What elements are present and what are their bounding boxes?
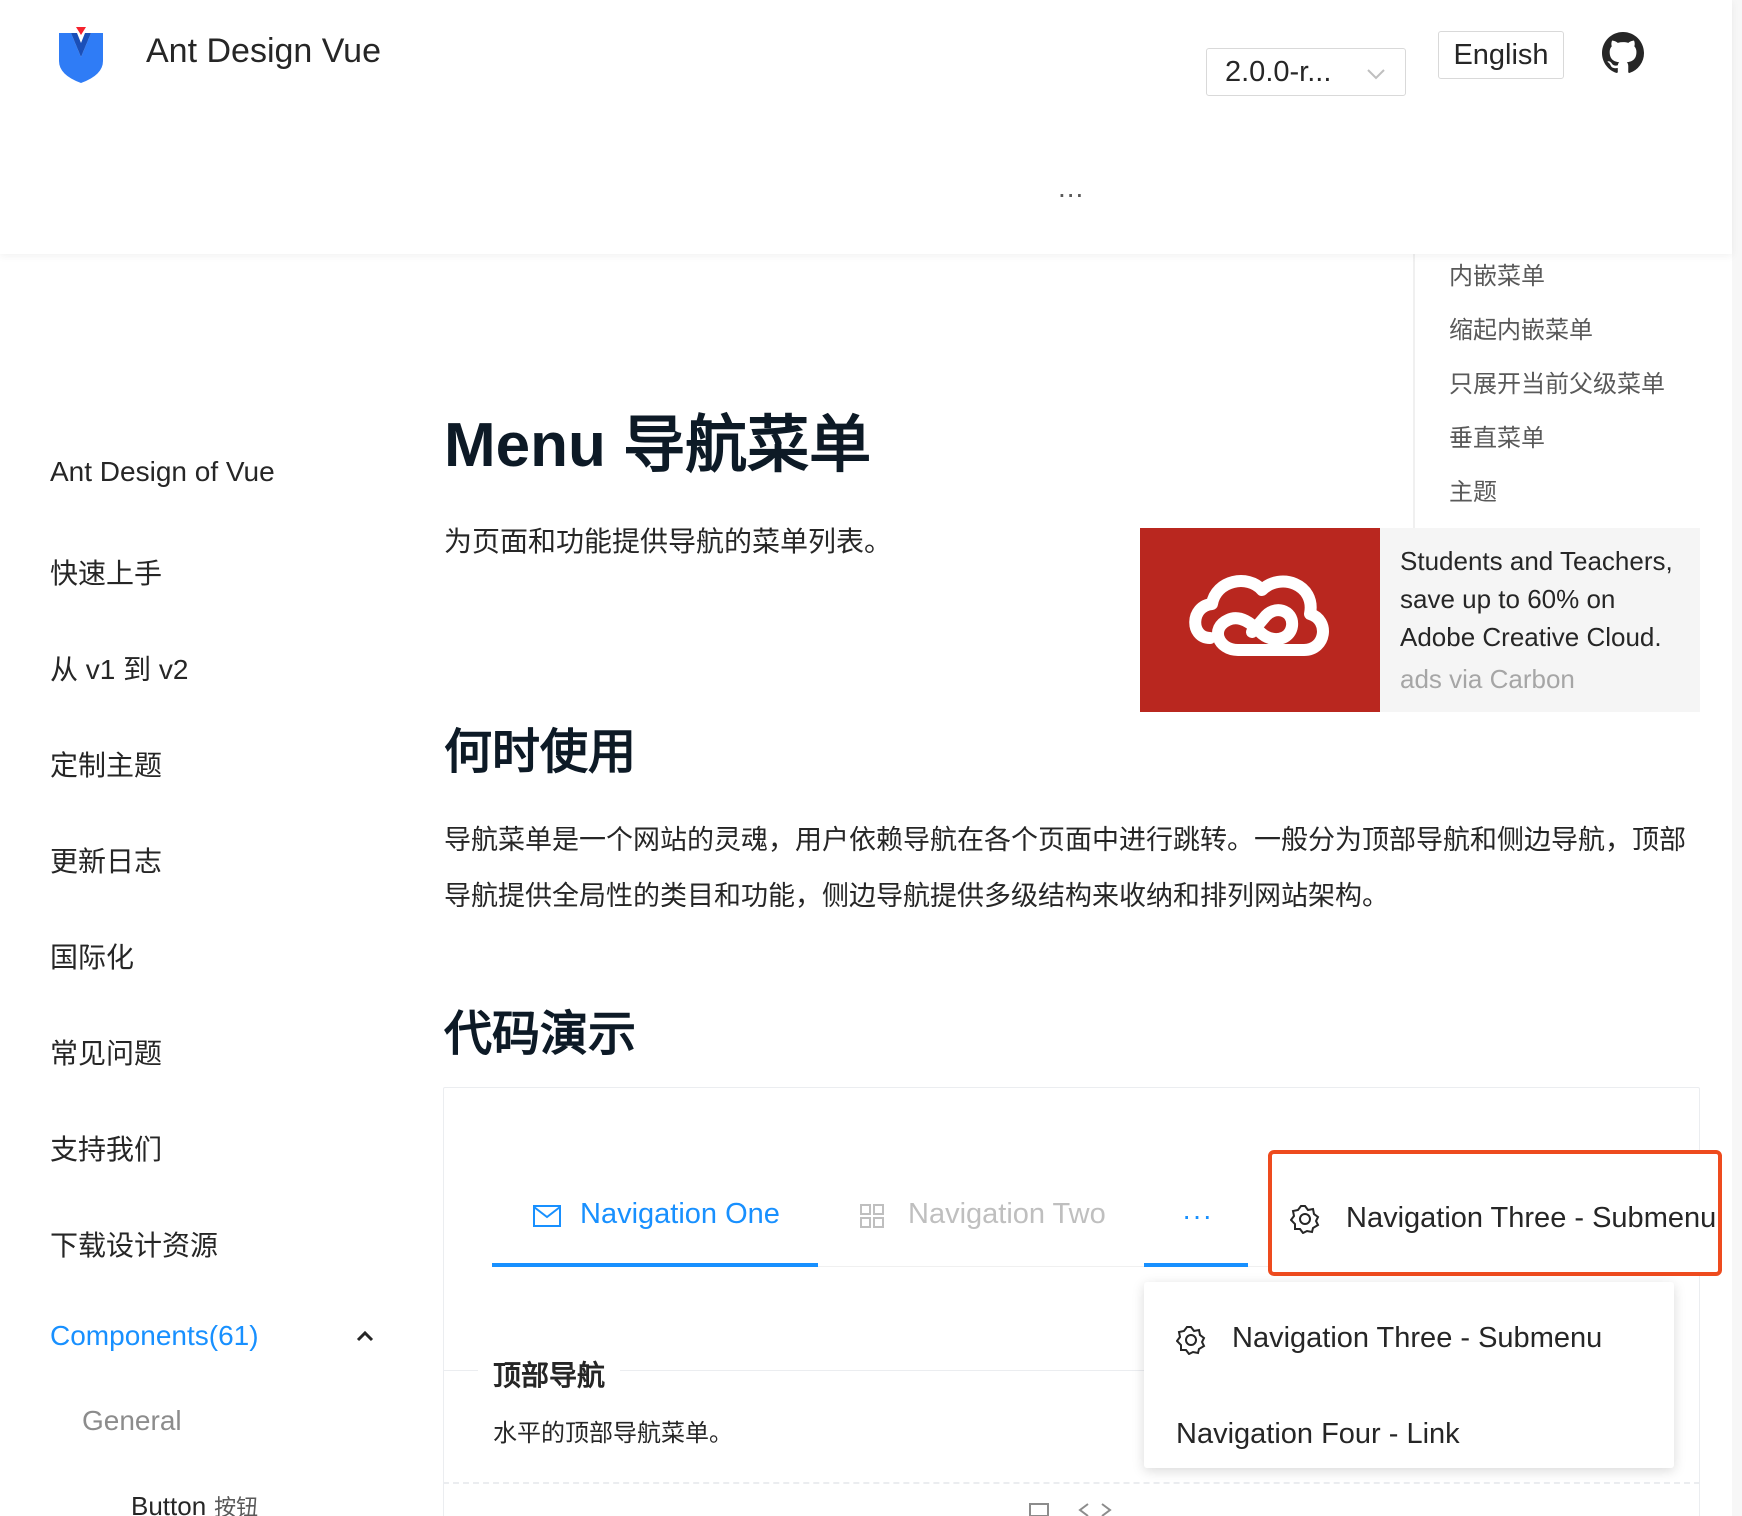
- overflow-underline: [1144, 1263, 1248, 1267]
- highlighted-submenu-navigation-three[interactable]: Navigation Three - Submenu: [1268, 1150, 1722, 1276]
- appstore-icon: [860, 1204, 884, 1228]
- creative-cloud-icon: [1189, 575, 1329, 656]
- github-icon[interactable]: [1602, 32, 1644, 74]
- menu-item-label: Navigation One: [580, 1198, 780, 1230]
- demo-heading: 代码演示: [444, 1008, 637, 1061]
- anchor-line: [1413, 254, 1415, 528]
- window-edge: [1732, 0, 1742, 1516]
- chevron-down-icon: [1367, 69, 1385, 80]
- sidebar-item-changelog[interactable]: 更新日志: [50, 840, 162, 880]
- sidebar-item-button[interactable]: Button 按钮: [131, 1490, 258, 1516]
- ant-design-vue-logo-icon[interactable]: [57, 27, 105, 85]
- page-title: Menu 导航菜单: [444, 411, 872, 480]
- version-select[interactable]: 2.0.0-r...: [1206, 48, 1406, 96]
- anchor-item[interactable]: 主题: [1449, 472, 1497, 507]
- sidebar-item-download-resources[interactable]: 下载设计资源: [50, 1224, 218, 1264]
- setting-icon: [1290, 1205, 1320, 1234]
- overflow-dropdown-menu: Navigation Three - Submenu Navigation Fo…: [1144, 1282, 1674, 1468]
- submenu-label: Navigation Three - Submenu: [1346, 1202, 1717, 1234]
- brand-name[interactable]: Ant Design Vue: [146, 32, 381, 71]
- code-actions-icons[interactable]: [1028, 1500, 1118, 1516]
- sidebar-group-general: General: [82, 1405, 182, 1436]
- menu-item-navigation-one[interactable]: Navigation One: [532, 1198, 780, 1231]
- menu-overflow-ellipsis[interactable]: ···: [1182, 1200, 1213, 1232]
- demo-title: 顶部导航: [478, 1354, 621, 1394]
- menu-item-label: Navigation Two: [908, 1198, 1106, 1230]
- sidebar-item-button-cn: 按钮: [214, 1495, 259, 1516]
- header-more-button[interactable]: ...: [1058, 172, 1084, 204]
- sidebar-item-migration[interactable]: 从 v1 到 v2: [50, 648, 188, 688]
- version-value: 2.0.0-r...: [1225, 56, 1332, 88]
- sidebar-item-components[interactable]: Components(61): [50, 1320, 259, 1352]
- sidebar-item-i18n[interactable]: 国际化: [50, 936, 134, 976]
- sidebar-item-faq[interactable]: 常见问题: [50, 1032, 162, 1072]
- dropdown-item-navigation-three[interactable]: Navigation Three - Submenu: [1232, 1322, 1602, 1355]
- demo-actions-divider: [443, 1482, 1700, 1484]
- ad-via-label[interactable]: ads via Carbon: [1400, 664, 1575, 695]
- when-to-use-paragraph: 导航菜单是一个网站的灵魂，用户依赖导航在各个页面中进行跳转。一般分为顶部导航和侧…: [444, 825, 1686, 911]
- setting-icon: [1176, 1326, 1206, 1355]
- sidebar-item-getting-started[interactable]: 快速上手: [50, 552, 162, 592]
- page-description: 为页面和功能提供导航的菜单列表。: [444, 526, 893, 557]
- language-button[interactable]: English: [1438, 31, 1564, 79]
- top-header: Ant Design Vue 2.0.0-r... English ...: [0, 0, 1732, 254]
- when-to-use-heading: 何时使用: [444, 726, 637, 779]
- adobe-creative-cloud-image[interactable]: [1140, 528, 1380, 712]
- dropdown-item-navigation-four[interactable]: Navigation Four - Link: [1176, 1418, 1460, 1451]
- chevron-up-icon[interactable]: [356, 1330, 374, 1342]
- demo-description: 水平的顶部导航菜单。: [493, 1420, 733, 1447]
- mail-icon: [533, 1205, 561, 1227]
- menu-item-navigation-two: Navigation Two: [860, 1198, 1106, 1231]
- sidebar-item-support[interactable]: 支持我们: [50, 1128, 162, 1168]
- active-underline: [492, 1263, 818, 1267]
- carbon-ad[interactable]: Students and Teachers, save up to 60% on…: [1140, 528, 1700, 712]
- anchor-item[interactable]: 垂直菜单: [1449, 418, 1545, 453]
- anchor-item[interactable]: 缩起内嵌菜单: [1449, 310, 1593, 345]
- anchor-item[interactable]: 只展开当前父级菜单: [1449, 364, 1665, 399]
- ad-text[interactable]: Students and Teachers, save up to 60% on…: [1400, 542, 1690, 656]
- anchor-item[interactable]: 内嵌菜单: [1449, 256, 1545, 291]
- sidebar-item-button-label: Button: [131, 1491, 207, 1516]
- sidebar-item-ant-design-of-vue[interactable]: Ant Design of Vue: [50, 456, 275, 488]
- sidebar-item-customize-theme[interactable]: 定制主题: [50, 744, 162, 784]
